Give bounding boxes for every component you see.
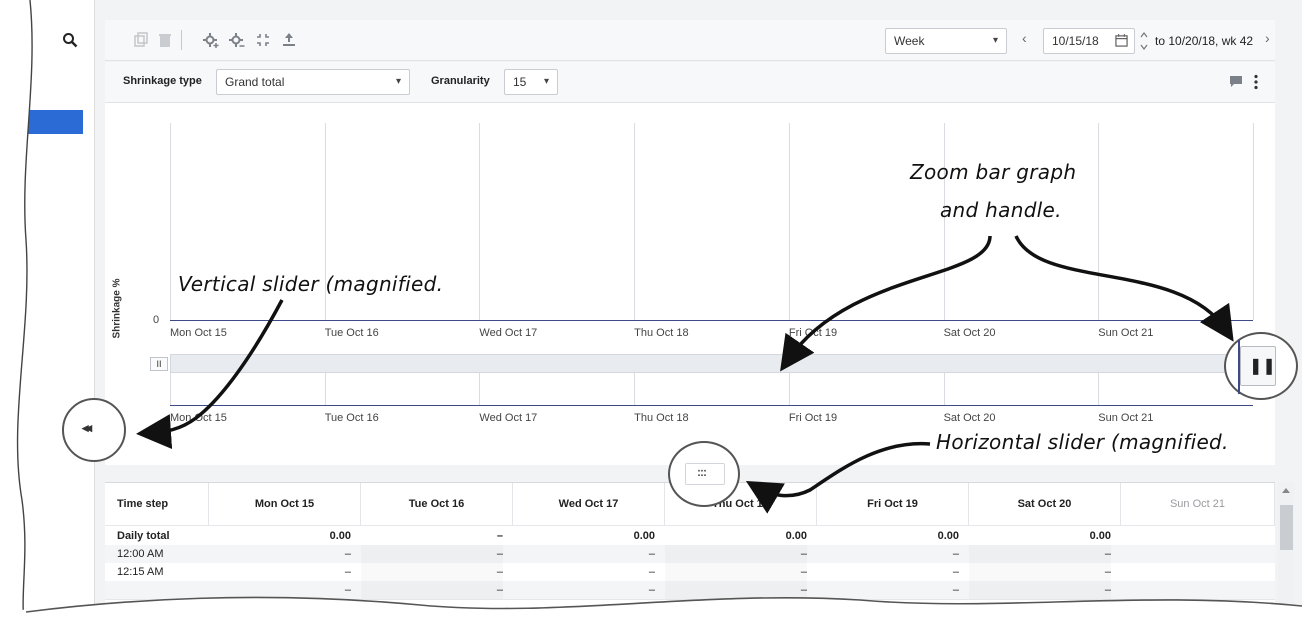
page: Week ▾ ‹ 10/15/18 to 10/20/18, wk 42 › S… <box>0 0 1302 634</box>
torn-edge-frame <box>0 0 1302 633</box>
